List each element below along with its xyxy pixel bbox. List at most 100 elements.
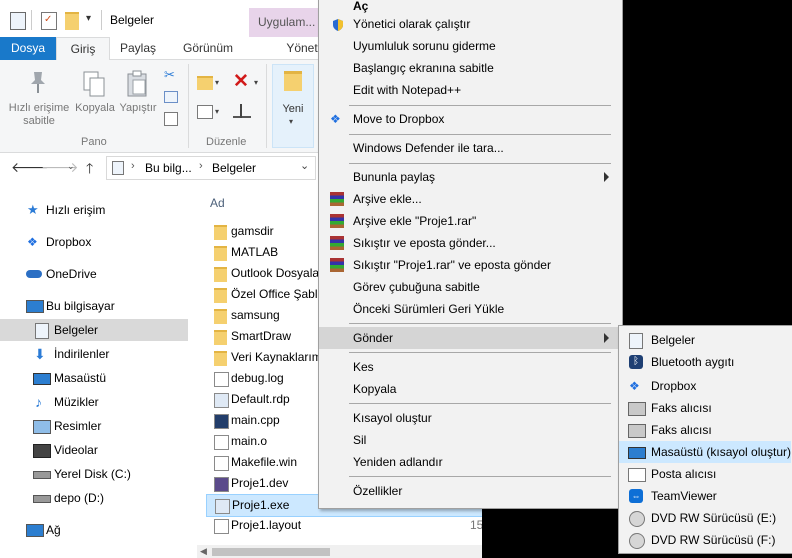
- send-to-desktop-shortcut[interactable]: Masaüstü (kısayol oluştur): [619, 441, 791, 463]
- menu-item-add-to-proje1-rar[interactable]: Arşive ekle "Proje1.rar": [319, 210, 620, 232]
- menu-item-add-to-archive[interactable]: Arşive ekle...: [319, 188, 620, 210]
- tab-dosya[interactable]: Dosya: [0, 37, 56, 60]
- nav-desktop[interactable]: Masaüstü: [0, 367, 188, 389]
- send-to-dvd-f[interactable]: DVD RW Sürücüsü (F:): [619, 529, 791, 551]
- menu-item-compress-rar-and-email[interactable]: Sıkıştır "Proje1.rar" ve eposta gönder: [319, 254, 620, 276]
- pin-icon: [28, 70, 48, 94]
- properties-icon[interactable]: [10, 12, 26, 30]
- menu-item-restore-previous-versions[interactable]: Önceki Sürümleri Geri Yükle: [319, 298, 620, 320]
- nav-depo-d[interactable]: depo (D:): [0, 487, 188, 509]
- send-to-dropbox[interactable]: ❖ Dropbox: [619, 375, 791, 397]
- nav-local-disk-c[interactable]: Yerel Disk (C:): [0, 463, 188, 485]
- computer-icon: [26, 300, 44, 313]
- menu-item-edit-notepadpp[interactable]: Edit with Notepad++: [319, 79, 620, 101]
- breadcrumb-separator-icon[interactable]: ›: [199, 160, 203, 172]
- new-folder-icon: [284, 71, 302, 91]
- file-name: Veri Kaynaklarım: [231, 350, 322, 364]
- copy-button[interactable]: Kopyala: [74, 64, 116, 134]
- menu-item-pin-to-taskbar[interactable]: Görev çubuğuna sabitle: [319, 276, 620, 298]
- nav-videos[interactable]: Videolar: [0, 439, 188, 461]
- paste-button[interactable]: Yapıştır: [117, 64, 159, 134]
- recent-locations-chevron-icon[interactable]: ⌄: [67, 161, 75, 172]
- file-name: debug.log: [231, 371, 284, 385]
- new-folder-icon[interactable]: [65, 12, 79, 30]
- send-to-dvd-e[interactable]: DVD RW Sürücüsü (E:): [619, 507, 791, 529]
- copy-to-icon[interactable]: [197, 105, 213, 119]
- nav-quick-access[interactable]: ★ Hızlı erişim: [0, 199, 188, 221]
- nav-label: Bu bilgisayar: [46, 299, 115, 313]
- tab-yonet[interactable]: Yönet: [282, 37, 322, 60]
- list-item[interactable]: Proje1.layout: [206, 515, 482, 536]
- paste-icon: [127, 70, 149, 98]
- copy-path-icon[interactable]: [164, 91, 178, 103]
- breadcrumb-documents[interactable]: Belgeler: [212, 161, 256, 175]
- tab-giris[interactable]: Giriş: [56, 37, 110, 62]
- paste-shortcut-icon[interactable]: [164, 112, 178, 126]
- send-to-mail-recipient[interactable]: Posta alıcısı: [619, 463, 791, 485]
- tab-gorunum[interactable]: Görünüm: [176, 37, 240, 60]
- documents-icon: [112, 161, 124, 175]
- menu-item-properties[interactable]: Özellikler: [319, 480, 620, 502]
- menu-item-pin-to-start[interactable]: Başlangıç ekranına sabitle: [319, 57, 620, 79]
- send-to-documents[interactable]: Belgeler: [619, 329, 791, 351]
- column-header-name[interactable]: Ad: [210, 196, 225, 210]
- menu-item-send-to[interactable]: Gönder: [319, 327, 620, 349]
- menu-item-delete[interactable]: Sil: [319, 429, 620, 451]
- menu-item-compress-and-email[interactable]: Sıkıştır ve eposta gönder...: [319, 232, 620, 254]
- menu-item-create-shortcut[interactable]: Kısayol oluştur: [319, 407, 620, 429]
- menu-label: Bluetooth aygıtı: [651, 355, 735, 369]
- menu-item-troubleshoot-compat[interactable]: Uyumluluk sorunu giderme: [319, 35, 620, 57]
- fax-icon: [628, 402, 646, 416]
- send-to-fax-2[interactable]: Faks alıcısı: [619, 419, 791, 441]
- winrar-icon: [330, 236, 344, 250]
- scrollbar-thumb[interactable]: [212, 548, 330, 556]
- move-to-icon[interactable]: [197, 76, 213, 90]
- file-icon: [214, 456, 229, 471]
- menu-item-move-to-dropbox[interactable]: ❖ Move to Dropbox: [319, 108, 620, 130]
- nav-label: İndirilenler: [54, 347, 110, 361]
- up-arrow-icon[interactable]: 🡑: [86, 158, 93, 182]
- menu-separator: [349, 163, 611, 164]
- nav-network[interactable]: Ağ: [0, 519, 188, 541]
- breadcrumb-separator-icon[interactable]: ›: [131, 160, 135, 172]
- nav-onedrive[interactable]: OneDrive: [0, 263, 188, 285]
- pin-quick-access-button[interactable]: Hızlı erişime sabitle: [4, 64, 74, 134]
- address-dropdown-chevron-icon[interactable]: ⌄: [300, 159, 309, 172]
- nav-this-pc[interactable]: Bu bilgisayar: [0, 295, 188, 317]
- tab-paylas[interactable]: Paylaş: [113, 37, 163, 60]
- nav-dropbox[interactable]: ❖ Dropbox: [0, 231, 188, 253]
- customize-qat-icon[interactable]: ▾: [86, 13, 91, 24]
- menu-label: Masaüstü (kısayol oluştur): [651, 445, 792, 459]
- scroll-left-arrow-icon[interactable]: ◀: [200, 546, 207, 557]
- menu-label: Windows Defender ile tara...: [353, 141, 504, 155]
- menu-item-defender-scan[interactable]: Windows Defender ile tara...: [319, 137, 620, 159]
- menu-item-rename[interactable]: Yeniden adlandır: [319, 451, 620, 473]
- send-to-fax-1[interactable]: Faks alıcısı: [619, 397, 791, 419]
- menu-item-copy[interactable]: Kopyala: [319, 378, 620, 400]
- nav-pictures[interactable]: Resimler: [0, 415, 188, 437]
- menu-item-share-with[interactable]: Bununla paylaş: [319, 166, 620, 188]
- cut-icon[interactable]: ✂: [164, 68, 178, 82]
- nav-documents[interactable]: Belgeler: [0, 319, 188, 341]
- dropbox-icon: ❖: [330, 112, 341, 126]
- chevron-right-icon: [604, 333, 609, 343]
- menu-item-cut[interactable]: Kes: [319, 356, 620, 378]
- horizontal-scrollbar[interactable]: ◀: [197, 545, 482, 558]
- menu-label: Sıkıştır ve eposta gönder...: [353, 236, 496, 250]
- menu-item-run-as-admin[interactable]: Yönetici olarak çalıştır: [319, 13, 620, 35]
- send-to-bluetooth[interactable]: ᛒ Bluetooth aygıtı: [619, 351, 791, 373]
- breadcrumb-this-pc[interactable]: Bu bilg...: [145, 161, 192, 175]
- send-to-teamviewer[interactable]: ⇔ TeamViewer: [619, 485, 791, 507]
- nav-downloads[interactable]: ⬇ İndirilenler: [0, 343, 188, 365]
- menu-label: Yeniden adlandır: [353, 455, 443, 469]
- nav-music[interactable]: ♪ Müzikler: [0, 391, 188, 413]
- menu-separator: [349, 323, 611, 324]
- rename-icon[interactable]: [233, 104, 251, 118]
- address-box[interactable]: › Bu bilg... › Belgeler ⌄: [106, 156, 316, 180]
- menu-label: Bununla paylaş: [353, 170, 436, 184]
- menu-label: Kes: [353, 360, 374, 374]
- checklist-icon[interactable]: ✓: [41, 12, 57, 30]
- delete-icon[interactable]: ✕: [233, 72, 249, 92]
- new-button[interactable]: Yeni ▾: [272, 64, 314, 148]
- nav-label: Hızlı erişim: [46, 203, 106, 217]
